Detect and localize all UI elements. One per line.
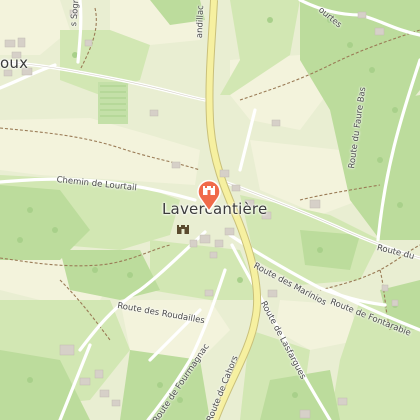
- road-label-top-center: andillac: [195, 5, 207, 39]
- castle-icon: [177, 225, 189, 234]
- castle-icon: [203, 186, 215, 195]
- map-view[interactable]: Lavercantière oux Chemin de Lourtail Rou…: [0, 0, 420, 420]
- orchard-area: [98, 82, 128, 124]
- map-pin-icon: [197, 179, 221, 213]
- location-pin-marker[interactable]: [196, 178, 222, 213]
- castle-poi[interactable]: [176, 219, 190, 234]
- locality-label-partial: oux: [0, 54, 29, 72]
